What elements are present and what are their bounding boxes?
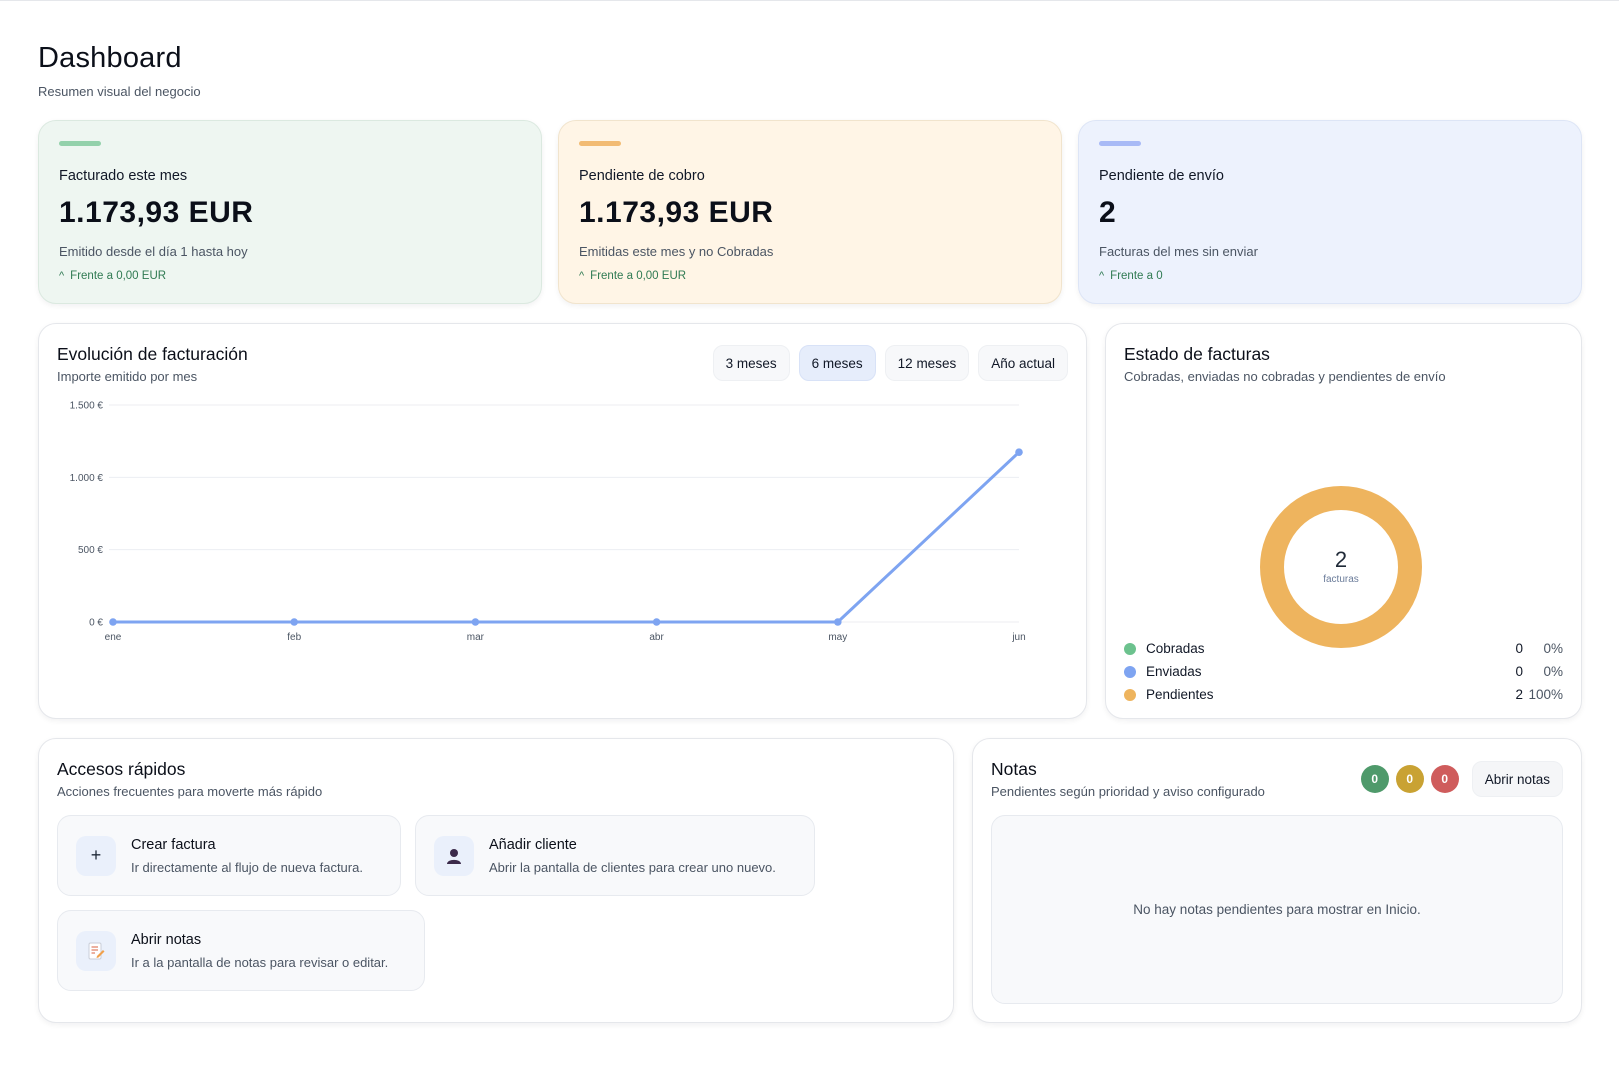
open-notes-button[interactable]: Abrir notas bbox=[1471, 761, 1563, 797]
status-subtitle: Cobradas, enviadas no cobradas y pendien… bbox=[1124, 369, 1446, 384]
legend-name: Enviadas bbox=[1146, 664, 1202, 679]
kpi-accent-bar bbox=[59, 141, 101, 146]
kpi-value: 1.173,93 EUR bbox=[579, 196, 774, 229]
legend-dot bbox=[1124, 688, 1136, 701]
priority-high-badge: 0 bbox=[1430, 765, 1459, 793]
legend-item-pendientes: Pendientes 2 100% bbox=[1124, 683, 1563, 706]
page-title: Dashboard bbox=[38, 42, 182, 74]
data-point bbox=[1015, 448, 1023, 456]
kpi-accent-bar bbox=[579, 141, 621, 146]
y-tick-label: 0 € bbox=[89, 618, 103, 629]
status-legend: Cobradas 0 0% Enviadas 0 0% Pendientes 2… bbox=[1124, 637, 1563, 706]
quick-access-title: Accesos rápidos bbox=[57, 759, 186, 779]
legend-count: 0 bbox=[1515, 641, 1523, 656]
open-notes-shortcut[interactable]: Abrir notas Ir a la pantalla de notas pa… bbox=[57, 910, 425, 991]
legend-dot bbox=[1124, 642, 1136, 655]
kpi-card-pending-send: Pendiente de envío 2 Facturas del mes si… bbox=[1078, 120, 1582, 304]
data-point bbox=[471, 618, 480, 626]
legend-item-cobradas: Cobradas 0 0% bbox=[1124, 637, 1563, 660]
x-tick-label: mar bbox=[467, 632, 485, 643]
kpi-description: Emitido desde el día 1 hasta hoy bbox=[59, 244, 248, 259]
page-subtitle: Resumen visual del negocio bbox=[38, 84, 201, 99]
kpi-label: Pendiente de envío bbox=[1099, 168, 1224, 184]
kpi-trend: ^ Frente a 0 bbox=[1099, 270, 1561, 282]
x-tick-label: jun bbox=[1011, 632, 1025, 643]
donut-total-label: facturas bbox=[1323, 574, 1359, 585]
y-tick-label: 1.000 € bbox=[70, 473, 104, 484]
y-tick-label: 1.500 € bbox=[70, 401, 104, 412]
notes-header-actions: 0 0 0 Abrir notas bbox=[1360, 761, 1563, 797]
legend-name: Pendientes bbox=[1146, 687, 1214, 702]
shortcut-title: Crear factura bbox=[131, 836, 216, 853]
range-selector: 3 meses 6 meses 12 meses Año actual bbox=[712, 345, 1068, 381]
shortcut-title: Abrir notas bbox=[131, 931, 202, 948]
data-point bbox=[109, 618, 117, 626]
shortcut-description: Ir a la pantalla de notas para revisar o… bbox=[131, 954, 389, 970]
kpi-trend: ^ Frente a 0,00 EUR bbox=[579, 270, 1041, 282]
donut-center: 2 facturas bbox=[1256, 482, 1426, 652]
legend-count: 2 bbox=[1515, 687, 1523, 702]
range-6-months-button[interactable]: 6 meses bbox=[798, 345, 876, 381]
range-12-months-button[interactable]: 12 meses bbox=[884, 345, 970, 381]
y-tick-label: 500 € bbox=[78, 545, 103, 556]
shortcut-title: Añadir cliente bbox=[489, 836, 577, 853]
legend-percent: 0% bbox=[1543, 664, 1563, 679]
trend-up-icon: ^ bbox=[59, 270, 65, 282]
notes-empty-state: No hay notas pendientes para mostrar en … bbox=[991, 815, 1563, 1004]
quick-access-subtitle: Acciones frecuentes para moverte más ráp… bbox=[57, 784, 323, 799]
kpi-value: 2 bbox=[1099, 196, 1117, 229]
notepad-icon bbox=[76, 930, 116, 971]
legend-name: Cobradas bbox=[1146, 641, 1205, 656]
invoice-status-card: Estado de facturas Cobradas, enviadas no… bbox=[1105, 323, 1582, 719]
trend-up-icon: ^ bbox=[1099, 270, 1105, 282]
legend-percent: 100% bbox=[1528, 687, 1563, 702]
create-invoice-shortcut[interactable]: + Crear factura Ir directamente al flujo… bbox=[57, 815, 401, 896]
kpi-trend-text: Frente a 0 bbox=[1110, 270, 1163, 282]
kpi-description: Emitidas este mes y no Cobradas bbox=[579, 244, 774, 259]
kpi-label: Pendiente de cobro bbox=[579, 168, 705, 184]
x-tick-label: may bbox=[828, 632, 847, 643]
x-tick-label: abr bbox=[649, 632, 664, 643]
legend-dot bbox=[1124, 665, 1136, 678]
kpi-card-pending-payment: Pendiente de cobro 1.173,93 EUR Emitidas… bbox=[558, 120, 1062, 304]
add-client-shortcut[interactable]: Añadir cliente Abrir la pantalla de clie… bbox=[415, 815, 815, 896]
shortcut-description: Ir directamente al flujo de nueva factur… bbox=[131, 859, 363, 875]
x-tick-label: feb bbox=[287, 632, 301, 643]
kpi-label: Facturado este mes bbox=[59, 168, 188, 184]
legend-item-enviadas: Enviadas 0 0% bbox=[1124, 660, 1563, 683]
kpi-trend: ^ Frente a 0,00 EUR bbox=[59, 270, 521, 282]
billing-chart-card: 0 € 500 € 1.000 € 1.500 € ene feb mar abr may jun… bbox=[38, 323, 1087, 719]
kpi-trend-text: Frente a 0,00 EUR bbox=[590, 270, 687, 282]
notes-card: Notas Pendientes según prioridad y aviso… bbox=[972, 738, 1582, 1023]
kpi-description: Facturas del mes sin enviar bbox=[1099, 244, 1258, 259]
kpi-trend-text: Frente a 0,00 EUR bbox=[70, 270, 167, 282]
range-3-months-button[interactable]: 3 meses bbox=[712, 345, 790, 381]
data-point bbox=[290, 618, 298, 626]
kpi-accent-bar bbox=[1099, 141, 1141, 146]
kpi-card-billed: Facturado este mes 1.173,93 EUR Emitido … bbox=[38, 120, 542, 304]
data-point bbox=[652, 618, 661, 626]
priority-low-badge: 0 bbox=[1360, 765, 1389, 793]
plus-icon: + bbox=[76, 835, 116, 876]
user-icon bbox=[434, 835, 474, 876]
donut-total: 2 bbox=[1334, 547, 1348, 572]
legend-percent: 0% bbox=[1543, 641, 1563, 656]
range-current-year-button[interactable]: Año actual bbox=[978, 345, 1068, 381]
trend-up-icon: ^ bbox=[579, 270, 585, 282]
priority-medium-badge: 0 bbox=[1395, 765, 1424, 793]
kpi-value: 1.173,93 EUR bbox=[59, 196, 254, 229]
top-border bbox=[0, 0, 1619, 1]
shortcut-description: Abrir la pantalla de clientes para crear… bbox=[489, 859, 776, 875]
quick-access-card: Accesos rápidos Acciones frecuentes para… bbox=[38, 738, 954, 1023]
billing-line-chart: 0 € 500 € 1.000 € 1.500 € ene feb mar abr may jun bbox=[70, 401, 1026, 644]
data-point bbox=[834, 618, 842, 626]
x-tick-label: ene bbox=[105, 632, 122, 643]
status-title: Estado de facturas bbox=[1124, 344, 1270, 364]
legend-count: 0 bbox=[1515, 664, 1523, 679]
